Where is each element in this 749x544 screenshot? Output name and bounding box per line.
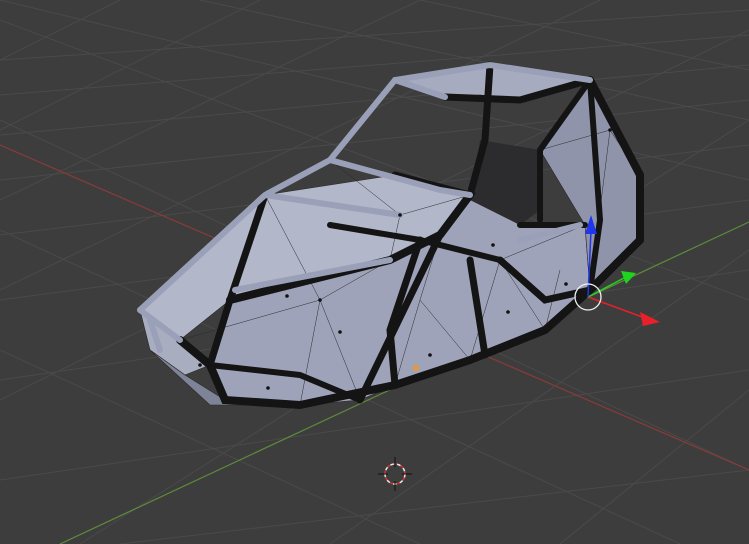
gizmo-y-arrow[interactable] — [621, 271, 636, 284]
3d-cursor-icon[interactable] — [378, 457, 412, 491]
buggy-frame-model[interactable] — [137, 61, 644, 410]
selected-vertex[interactable] — [413, 365, 419, 371]
viewport-scene[interactable] — [0, 0, 749, 544]
3d-viewport[interactable] — [0, 0, 749, 544]
